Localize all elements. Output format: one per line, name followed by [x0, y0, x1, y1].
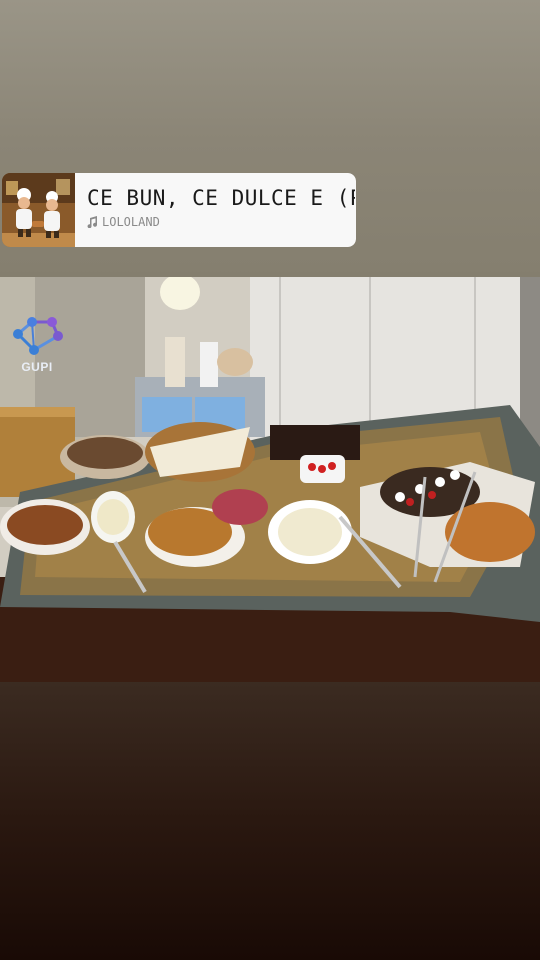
track-card[interactable]: CE BUN, CE DULCE E (PLĂCINTA) LOLOLAND [75, 173, 356, 247]
logo-text: GUPI [21, 360, 53, 374]
artist-row: LOLOLAND [87, 214, 356, 230]
music-sticker[interactable]: CE BUN, CE DULCE E (PLĂCINTA) LOLOLAND [2, 173, 356, 247]
music-note-icon [87, 216, 98, 228]
gupi-logo: GUPI [12, 312, 68, 374]
gupi-network-logo [13, 317, 63, 355]
story-frame[interactable]: CE BUN, CE DULCE E (PLĂCINTA) LOLOLAND [0, 0, 540, 960]
track-title: CE BUN, CE DULCE E (PLĂCINTA) [87, 186, 355, 210]
artist-name: LOLOLAND [102, 215, 160, 229]
buffet-photo [0, 277, 540, 682]
album-art [2, 173, 75, 247]
